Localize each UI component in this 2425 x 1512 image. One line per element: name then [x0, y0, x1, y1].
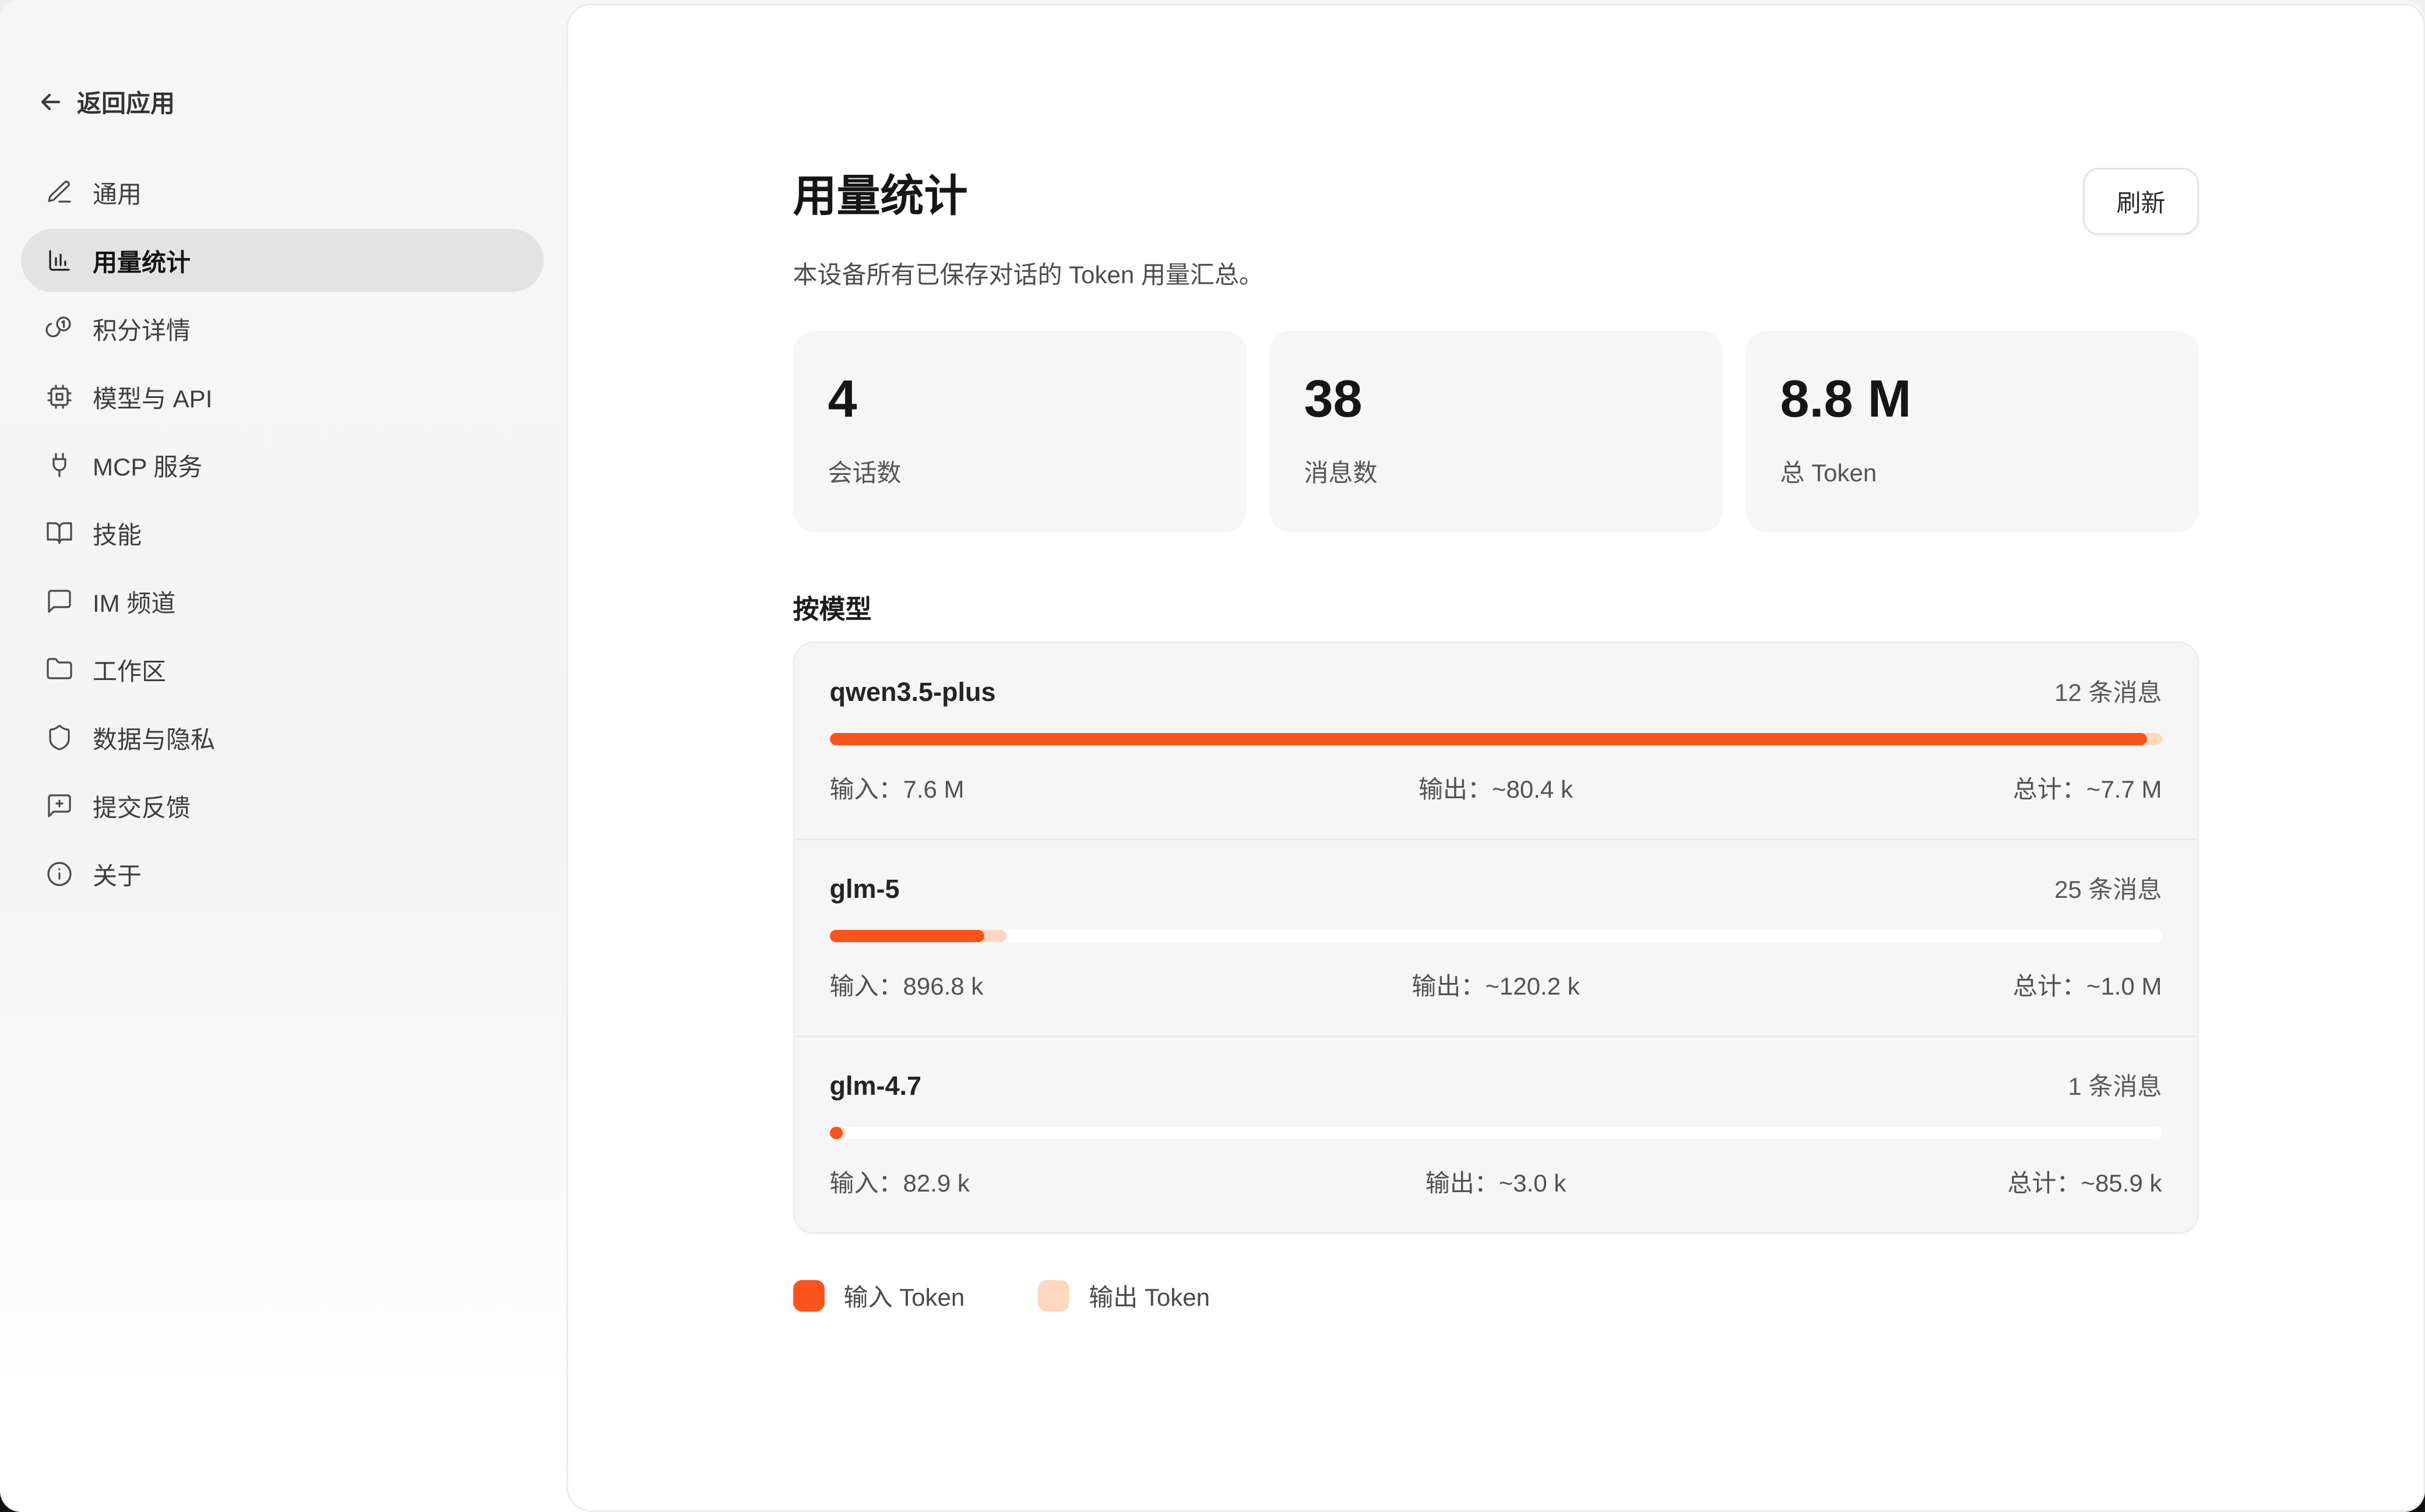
stat-value: 8.8 M — [1780, 368, 2164, 431]
model-total-tokens: 总计：~1.0 M — [1718, 967, 2162, 1002]
stat-cards: 4 会话数 38 消息数 8.8 M 总 Token — [793, 331, 2199, 532]
model-row: glm-5 25 条消息输入：896.8 k输出：~120.2 k总计：~1.0 … — [795, 838, 2197, 1035]
pen-icon — [45, 178, 73, 206]
sidebar-item-label: 数据与隐私 — [93, 720, 215, 756]
sidebar-item-about[interactable]: 关于 — [21, 843, 544, 905]
sidebar-item-label: 提交反馈 — [93, 788, 191, 824]
book-open-icon — [45, 519, 73, 547]
stat-value: 4 — [828, 368, 1212, 431]
model-usage-bar — [830, 1127, 2162, 1139]
sidebar-item-models-api[interactable]: 模型与 API — [21, 365, 544, 428]
input-token-bar — [830, 930, 984, 942]
model-row: glm-4.7 1 条消息输入：82.9 k输出：~3.0 k总计：~85.9 k — [795, 1035, 2197, 1232]
sidebar-item-label: 模型与 API — [93, 379, 212, 415]
sidebar-item-label: 用量统计 — [93, 243, 191, 279]
input-token-bar — [830, 733, 2148, 745]
message-square-icon — [45, 587, 73, 615]
refresh-button[interactable]: 刷新 — [2083, 168, 2198, 235]
model-usage-card: qwen3.5-plus12 条消息输入：7.6 M输出：~80.4 k总计：~… — [793, 642, 2199, 1234]
plug-icon — [45, 451, 73, 479]
stat-label: 会话数 — [828, 453, 1212, 489]
sidebar-item-data-privacy[interactable]: 数据与隐私 — [21, 706, 544, 769]
by-model-title: 按模型 — [793, 588, 2199, 626]
stat-label: 消息数 — [1304, 453, 1688, 489]
stat-card: 4 会话数 — [793, 331, 1247, 532]
info-icon — [45, 860, 73, 888]
input-token-bar — [830, 1127, 843, 1139]
sidebar-item-workspace[interactable]: 工作区 — [21, 638, 544, 701]
legend: 输入 Token 输出 Token — [793, 1278, 2199, 1313]
model-output-tokens: 输出：~120.2 k — [1274, 967, 1718, 1002]
model-input-tokens: 输入：82.9 k — [830, 1164, 1274, 1199]
sidebar-item-label: 积分详情 — [93, 311, 191, 347]
back-to-app-button[interactable]: 返回应用 — [37, 84, 175, 119]
model-name: glm-4.7 — [830, 1071, 922, 1101]
model-name: glm-5 — [830, 874, 900, 904]
page-title: 用量统计 — [793, 168, 968, 224]
sidebar-item-mcp-services[interactable]: MCP 服务 — [21, 433, 544, 496]
sidebar-item-skills[interactable]: 技能 — [21, 502, 544, 565]
legend-label: 输出 Token — [1089, 1278, 1210, 1313]
input-token-swatch — [793, 1280, 825, 1312]
model-total-tokens: 总计：~7.7 M — [1718, 770, 2162, 805]
model-usage-bar — [830, 733, 2162, 745]
stat-label: 总 Token — [1780, 453, 2164, 489]
model-message-count: 1 条消息 — [2068, 1067, 2162, 1102]
legend-label: 输入 Token — [844, 1278, 965, 1313]
cpu-icon — [45, 383, 73, 411]
sidebar-item-label: 关于 — [93, 857, 142, 892]
folder-icon — [45, 655, 73, 683]
bar-chart-icon — [45, 246, 73, 274]
sidebar-item-im-channels[interactable]: IM 频道 — [21, 570, 544, 633]
model-input-tokens: 输入：896.8 k — [830, 967, 1274, 1002]
output-token-swatch — [1038, 1280, 1069, 1312]
model-message-count: 12 条消息 — [2054, 673, 2162, 709]
model-message-count: 25 条消息 — [2054, 870, 2162, 905]
message-square-plus-icon — [45, 792, 73, 820]
model-input-tokens: 输入：7.6 M — [830, 770, 1274, 805]
main-panel: 用量统计 刷新 本设备所有已保存对话的 Token 用量汇总。 4 会话数 38 消息… — [566, 3, 2425, 1512]
model-usage-bar — [830, 930, 2162, 942]
sidebar-item-label: MCP 服务 — [93, 447, 202, 483]
model-row: qwen3.5-plus 12 条消息输入：7.6 M输出：~80.4 k总计：~… — [795, 643, 2197, 838]
sidebar-item-label: 工作区 — [93, 652, 166, 688]
sidebar-item-label: 技能 — [93, 516, 142, 551]
sidebar-item-credits[interactable]: 积分详情 — [21, 297, 544, 360]
back-to-app-label: 返回应用 — [77, 84, 175, 119]
model-output-tokens: 输出：~80.4 k — [1274, 770, 1718, 805]
sidebar-item-feedback[interactable]: 提交反馈 — [21, 774, 544, 837]
legend-item-input-token: 输入 Token — [793, 1278, 965, 1313]
stat-value: 38 — [1304, 368, 1688, 431]
sidebar-item-usage-stats[interactable]: 用量统计 — [21, 229, 544, 292]
model-output-tokens: 输出：~3.0 k — [1274, 1164, 1718, 1199]
sidebar-item-general[interactable]: 通用 — [21, 161, 544, 224]
model-name: qwen3.5-plus — [830, 677, 996, 707]
shield-icon — [45, 724, 73, 752]
legend-item-output-token: 输出 Token — [1038, 1278, 1210, 1313]
arrow-left-icon — [37, 88, 65, 116]
sidebar-item-label: IM 频道 — [93, 584, 175, 619]
sidebar-item-label: 通用 — [93, 175, 142, 210]
model-total-tokens: 总计：~85.9 k — [1718, 1164, 2162, 1199]
sidebar-nav: 通用用量统计积分详情模型与 API MCP 服务技能 IM 频道工作区数据与隐私提交… — [21, 161, 544, 911]
page-subtitle: 本设备所有已保存对话的 Token 用量汇总。 — [793, 258, 2199, 292]
stat-card: 8.8 M 总 Token — [1745, 331, 2199, 532]
stat-card: 38 消息数 — [1269, 331, 1723, 532]
settings-window: 返回应用 通用用量统计积分详情模型与 APIMCP 服务技能IM 频道工作区数据… — [0, 0, 2425, 1512]
coins-icon — [45, 315, 73, 343]
